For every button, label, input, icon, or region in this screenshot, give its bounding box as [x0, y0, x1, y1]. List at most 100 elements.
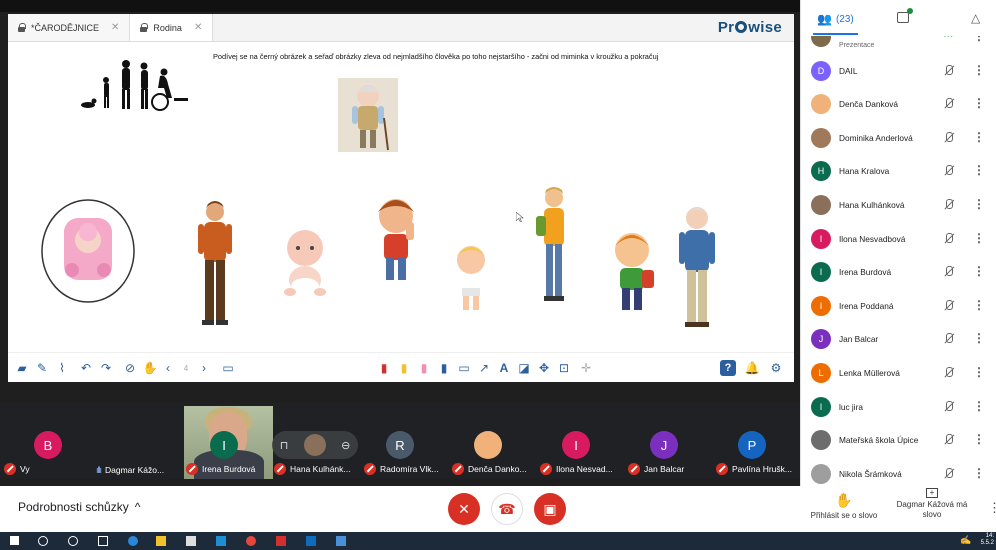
more-options-icon[interactable]: ⋮	[973, 432, 985, 446]
eraser-icon[interactable]: ▮	[436, 360, 452, 376]
participant-row[interactable]: Nikola Šrámková ⋮	[801, 459, 996, 486]
outlook-icon[interactable]	[306, 536, 316, 546]
more-options-icon[interactable]: ⋮	[973, 264, 985, 278]
chrome-icon[interactable]	[246, 536, 256, 546]
windows-start-icon[interactable]	[10, 536, 19, 545]
participant-row[interactable]: I Ilona Nesvadbová ⋮	[801, 224, 996, 258]
zoom-icon[interactable]: ⊘	[122, 360, 138, 376]
mic-off-icon: ✕	[458, 500, 470, 517]
remove-icon[interactable]: ⊖	[341, 439, 350, 452]
tile-radomira[interactable]: R Radomíra Vlk...	[360, 403, 448, 479]
tile-self[interactable]: B Vy	[0, 403, 90, 479]
shape-recognition-icon[interactable]: ◪	[516, 360, 532, 376]
prev-page-icon[interactable]: ‹	[160, 360, 176, 376]
people-panel: 👥 (23) △ Dagmar KážováPrezentace•••⋮DDAI…	[800, 0, 996, 486]
tile-pavlina[interactable]: P Pavlína Hrušk...	[712, 403, 800, 479]
crop-icon[interactable]: ⊡	[556, 360, 572, 376]
screen-icon[interactable]: ▭	[220, 360, 236, 376]
whiteboard-canvas[interactable]: Podívej se na černý obrázek a seřaď obrá…	[8, 42, 794, 352]
arrow-icon[interactable]: ↗	[476, 360, 492, 376]
more-options-icon[interactable]: ⋮	[973, 231, 985, 245]
next-page-icon[interactable]: ›	[196, 360, 212, 376]
participant-row[interactable]: H Hana Kralova ⋮	[801, 156, 996, 190]
more-options-icon[interactable]: ⋮	[973, 365, 985, 379]
tile-name: Vy	[4, 463, 30, 475]
explorer-icon[interactable]	[156, 536, 166, 546]
task-view-icon[interactable]	[98, 536, 108, 546]
settings-icon[interactable]: ⚙	[768, 360, 784, 376]
participant-row[interactable]: J Jan Balcar ⋮	[801, 324, 996, 358]
tile-dagmar[interactable]: ıllı Dagmar Kážo...	[92, 403, 273, 479]
tile-jan-balcar[interactable]: J Jan Balcar	[624, 403, 712, 479]
hang-up-button[interactable]: ☎	[491, 493, 523, 525]
participant-row[interactable]: Dominika Anderlová ⋮	[801, 123, 996, 157]
store-icon[interactable]	[186, 536, 196, 546]
participant-row[interactable]: D DAIL ⋮	[801, 56, 996, 90]
prowise-tab-rodina[interactable]: Rodina ✕	[130, 14, 214, 41]
tile-ilona[interactable]: I Ilona Nesvad...	[536, 403, 624, 479]
more-options-icon[interactable]: ⋮	[973, 130, 985, 144]
participant-row[interactable]: L Lenka Müllerová ⋮	[801, 358, 996, 392]
avatar: B	[34, 431, 62, 459]
tile-irena-burdova[interactable]: I Irena Burdová	[182, 403, 270, 479]
app-icon[interactable]	[216, 536, 226, 546]
more-options-icon[interactable]: ⋮	[973, 298, 985, 312]
selection-icon[interactable]: ✥	[536, 360, 552, 376]
hand-icon[interactable]: ✋	[142, 360, 158, 376]
text-icon[interactable]: A	[496, 360, 512, 376]
more-options-icon[interactable]: ⋮	[988, 500, 996, 516]
raise-hand-button[interactable]: ✋ Přihlásit se o slovo	[806, 492, 882, 520]
meet-window: *ČARODĚJNICE ✕ Rodina ✕ Pr wise Podívej s…	[0, 0, 996, 550]
search-icon[interactable]	[38, 536, 48, 546]
system-clock[interactable]: 14: 5.5.2	[981, 533, 994, 547]
acrobat-icon[interactable]	[276, 536, 286, 546]
rectangle-icon[interactable]: ▭	[456, 360, 472, 376]
mic-toggle-button[interactable]: ✕	[448, 493, 480, 525]
cortana-icon[interactable]	[68, 536, 78, 546]
meeting-details-button[interactable]: Podrobnosti schůzky ^	[18, 500, 140, 514]
pin-icon[interactable]: ⊓	[280, 439, 289, 452]
close-icon[interactable]: ✕	[111, 22, 119, 33]
more-options-icon[interactable]: ⋮	[973, 399, 985, 413]
participant-row[interactable]: Mateřská škola Úpice ⋮	[801, 425, 996, 459]
more-options-icon[interactable]: ⋮	[973, 96, 985, 110]
activities-icon[interactable]: △	[971, 11, 980, 25]
close-icon[interactable]: ✕	[194, 22, 202, 33]
participant-row[interactable]: I Irena Poddaná ⋮	[801, 291, 996, 325]
prowise-tab-carodejnice[interactable]: *ČARODĚJNICE ✕	[8, 14, 131, 41]
camera-toggle-button[interactable]: ▣	[534, 493, 566, 525]
highlighter-icon[interactable]: ▮	[416, 360, 432, 376]
participant-name: Hana Kulhánková	[839, 199, 905, 210]
bell-icon[interactable]: 🔔	[744, 360, 760, 376]
more-options-icon[interactable]: ⋮	[973, 163, 985, 177]
more-options-icon[interactable]: ⋮	[973, 466, 985, 480]
more-options-icon[interactable]: ⋮	[973, 197, 985, 211]
toolbox-icon[interactable]: ✎	[34, 360, 50, 376]
notifications-icon[interactable]: ✍	[960, 535, 971, 546]
participant-row[interactable]: I Irena Burdová ⋮	[801, 257, 996, 291]
tile-name: Denča Danko...	[452, 463, 527, 475]
mic-off-icon	[943, 165, 955, 177]
more-options-icon[interactable]: ⋮	[973, 63, 985, 77]
undo-icon[interactable]: ↶	[78, 360, 94, 376]
wand-icon[interactable]: ⌇	[54, 360, 70, 376]
help-icon[interactable]: ?	[720, 360, 736, 376]
participant-row[interactable]: Hana Kulhánková ⋮	[801, 190, 996, 224]
tile-name: Ilona Nesvad...	[540, 463, 613, 475]
participant-row[interactable]: l luc jira ⋮	[801, 392, 996, 426]
folder-icon[interactable]: ▰	[14, 360, 30, 376]
photos-icon[interactable]	[336, 536, 346, 546]
chat-icon[interactable]	[897, 8, 913, 23]
people-tab[interactable]: 👥 (23)	[813, 12, 858, 35]
presentation-button[interactable]: + Dagmar Kážová má slovo	[896, 488, 968, 520]
tile-hana-kulhankova[interactable]: ⊓ ⊖ Hana Kulhánk...	[270, 403, 360, 479]
tile-denca[interactable]: Denča Danko...	[448, 403, 536, 479]
more-options-icon[interactable]: ⋮	[973, 331, 985, 345]
participant-row[interactable]: Denča Danková ⋮	[801, 89, 996, 123]
edge-icon[interactable]	[128, 536, 138, 546]
pen-yellow-icon[interactable]: ▮	[396, 360, 412, 376]
toddler-image	[457, 246, 485, 310]
redo-icon[interactable]: ↷	[98, 360, 114, 376]
pen-red-icon[interactable]: ▮	[376, 360, 392, 376]
move-icon[interactable]: ✛	[578, 360, 594, 376]
